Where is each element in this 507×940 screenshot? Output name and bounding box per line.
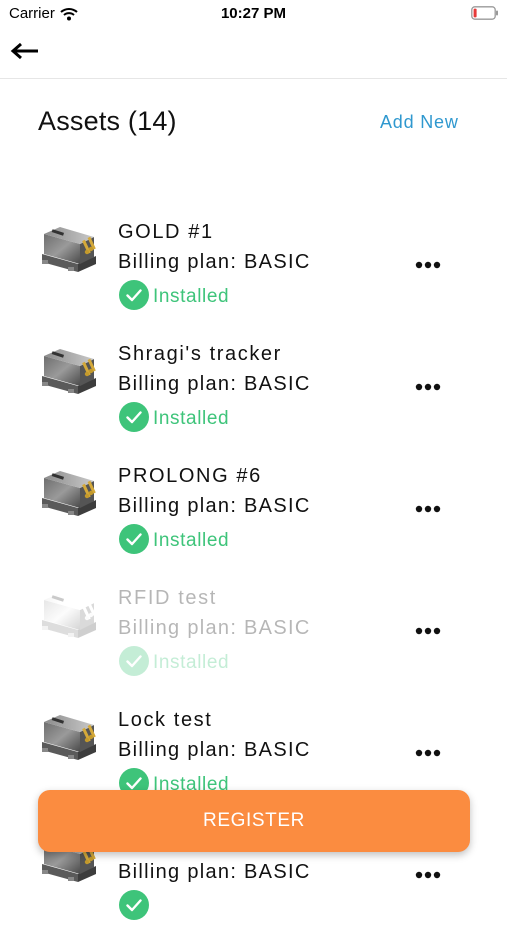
device-icon — [38, 218, 100, 276]
asset-name: GOLD #1 — [118, 221, 214, 243]
asset-status: Installed — [119, 402, 229, 432]
asset-billing-plan: Billing plan: BASIC — [118, 251, 311, 273]
asset-billing-plan: Billing plan: BASIC — [118, 861, 311, 883]
asset-row[interactable]: PROLONG #6 Billing plan: BASIC Installed — [0, 452, 507, 574]
asset-name: Lock test — [118, 709, 213, 731]
register-button[interactable]: REGISTER — [38, 790, 470, 852]
asset-billing-plan: Billing plan: BASIC — [118, 617, 311, 639]
asset-name: RFID test — [118, 587, 217, 609]
check-circle-icon — [119, 890, 149, 920]
device-icon — [38, 462, 100, 520]
status-label: Installed — [153, 286, 230, 307]
device-icon — [38, 340, 100, 398]
asset-status: Installed — [119, 524, 229, 554]
device-icon — [38, 584, 100, 642]
check-circle-icon — [119, 280, 149, 310]
asset-name: Shragi's tracker — [118, 343, 282, 365]
nav-bar — [0, 28, 507, 79]
more-icon[interactable] — [414, 624, 442, 638]
asset-status: Installed — [119, 646, 229, 676]
asset-name: PROLONG #6 — [118, 465, 262, 487]
check-circle-icon — [119, 402, 149, 432]
more-icon[interactable] — [414, 502, 442, 516]
more-icon[interactable] — [414, 746, 442, 760]
device-icon — [38, 706, 100, 764]
status-label: Installed — [153, 652, 230, 673]
asset-status: Installed — [119, 280, 229, 310]
back-arrow-icon[interactable] — [10, 40, 40, 62]
status-bar: Carrier 10:27 PM — [0, 0, 507, 28]
asset-billing-plan: Billing plan: BASIC — [118, 739, 311, 761]
asset-status — [119, 890, 153, 920]
asset-row[interactable]: GOLD #1 Billing plan: BASIC Installed — [0, 208, 507, 330]
asset-billing-plan: Billing plan: BASIC — [118, 373, 311, 395]
asset-row[interactable]: RFID test Billing plan: BASIC Installed — [0, 574, 507, 696]
check-circle-icon — [119, 524, 149, 554]
more-icon[interactable] — [414, 380, 442, 394]
add-new-button[interactable]: Add New — [380, 112, 459, 133]
asset-row-disabled-content: RFID test Billing plan: BASIC Installed — [0, 574, 400, 696]
more-icon[interactable] — [414, 258, 442, 272]
check-circle-icon — [119, 646, 149, 676]
asset-billing-plan: Billing plan: BASIC — [118, 495, 311, 517]
battery-icon — [471, 6, 498, 20]
status-label: Installed — [153, 530, 230, 551]
page-title: Assets (14) — [38, 106, 177, 136]
asset-row[interactable]: Shragi's tracker Billing plan: BASIC Ins… — [0, 330, 507, 452]
more-icon[interactable] — [414, 868, 442, 882]
status-time: 10:27 PM — [220, 5, 287, 22]
status-label: Installed — [153, 408, 230, 429]
